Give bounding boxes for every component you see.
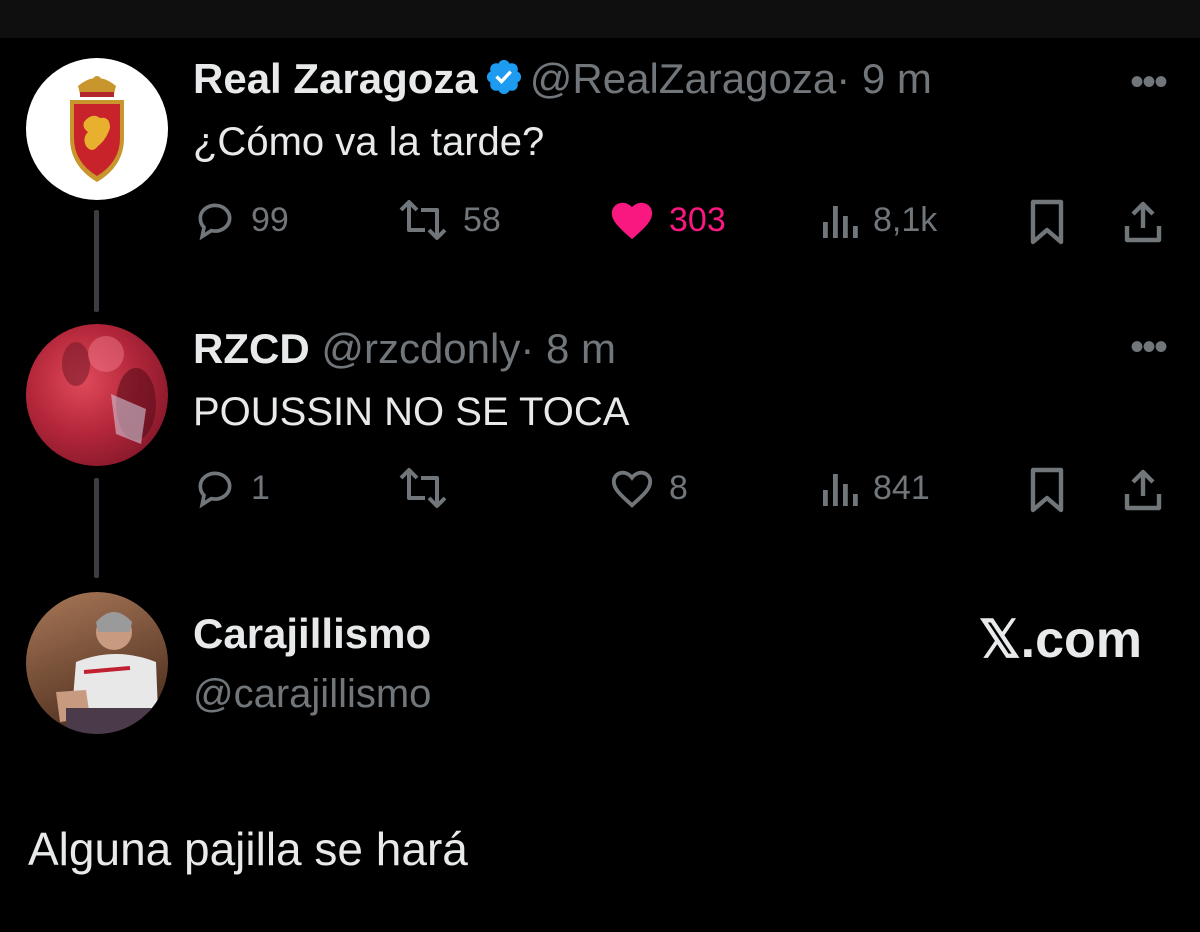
views-icon — [823, 206, 858, 238]
quote-author-name[interactable]: Carajillismo — [193, 610, 431, 658]
retweet-count: 58 — [463, 200, 501, 239]
tweet-text: ¿Cómo va la tarde? — [193, 120, 545, 164]
views-count: 841 — [873, 468, 930, 507]
views-button[interactable]: 841 — [819, 466, 930, 510]
real-zaragoza-crest — [70, 76, 124, 182]
like-count: 8 — [669, 468, 688, 507]
reply-button[interactable]: 1 — [193, 466, 270, 510]
bookmark-button[interactable] — [1027, 466, 1067, 514]
views-button[interactable]: 8,1k — [819, 198, 937, 242]
tweet-actions: 99 58 303 8,1k — [193, 198, 1173, 248]
author-name[interactable]: Real Zaragoza — [193, 55, 478, 102]
retweet-icon — [399, 200, 447, 240]
avatar-rzcd[interactable] — [26, 324, 168, 466]
author-handle[interactable]: @rzcdonly — [321, 325, 520, 372]
avatar-carajillismo[interactable] — [26, 592, 168, 734]
retweet-button[interactable] — [397, 466, 449, 510]
heart-icon — [611, 202, 653, 240]
author-name[interactable]: RZCD — [193, 325, 310, 372]
views-count: 8,1k — [873, 200, 938, 239]
retweet-icon — [399, 468, 447, 508]
quote-author-handle[interactable]: @carajillismo — [193, 672, 431, 717]
thread-line — [94, 210, 99, 312]
bookmark-icon — [1030, 467, 1064, 513]
more-icon[interactable]: ••• — [1130, 325, 1168, 370]
tweet-time: · 9 m — [836, 55, 932, 102]
tweet-header: RZCD @rzcdonly· 8 m — [193, 325, 616, 373]
retweet-button[interactable]: 58 — [397, 198, 501, 242]
carajillismo-avatar-image — [56, 612, 158, 734]
tweet-text: POUSSIN NO SE TOCA — [193, 390, 630, 434]
reply-count: 1 — [251, 468, 270, 507]
like-button[interactable]: 303 — [609, 198, 726, 242]
thread-line — [94, 478, 99, 578]
share-button[interactable] — [1121, 466, 1165, 514]
reply-icon — [198, 471, 232, 509]
bookmark-icon — [1030, 199, 1064, 245]
verified-icon — [484, 57, 524, 107]
tweet-actions: 1 8 841 — [193, 466, 1173, 516]
bookmark-button[interactable] — [1027, 198, 1067, 246]
author-handle[interactable]: @RealZaragoza — [530, 55, 836, 102]
reply-icon — [198, 203, 232, 241]
like-button[interactable]: 8 — [609, 466, 688, 510]
tweet-header: Real Zaragoza @RealZaragoza· 9 m — [193, 55, 932, 107]
share-icon — [1124, 201, 1162, 243]
share-icon — [1124, 469, 1162, 511]
rzcd-avatar-image — [62, 336, 156, 444]
share-button[interactable] — [1121, 198, 1165, 246]
tweet-time: · 8 m — [520, 325, 617, 372]
like-count: 303 — [669, 200, 726, 239]
quote-text: Alguna pajilla se hará — [28, 823, 468, 875]
views-icon — [823, 474, 858, 506]
reply-button[interactable]: 99 — [193, 198, 289, 242]
reply-count: 99 — [251, 200, 289, 239]
x-logo: 𝕏.com — [978, 611, 1142, 669]
top-bar — [0, 0, 1200, 38]
avatar-real-zaragoza[interactable] — [26, 58, 168, 200]
more-icon[interactable]: ••• — [1130, 60, 1168, 105]
heart-icon — [611, 470, 653, 508]
